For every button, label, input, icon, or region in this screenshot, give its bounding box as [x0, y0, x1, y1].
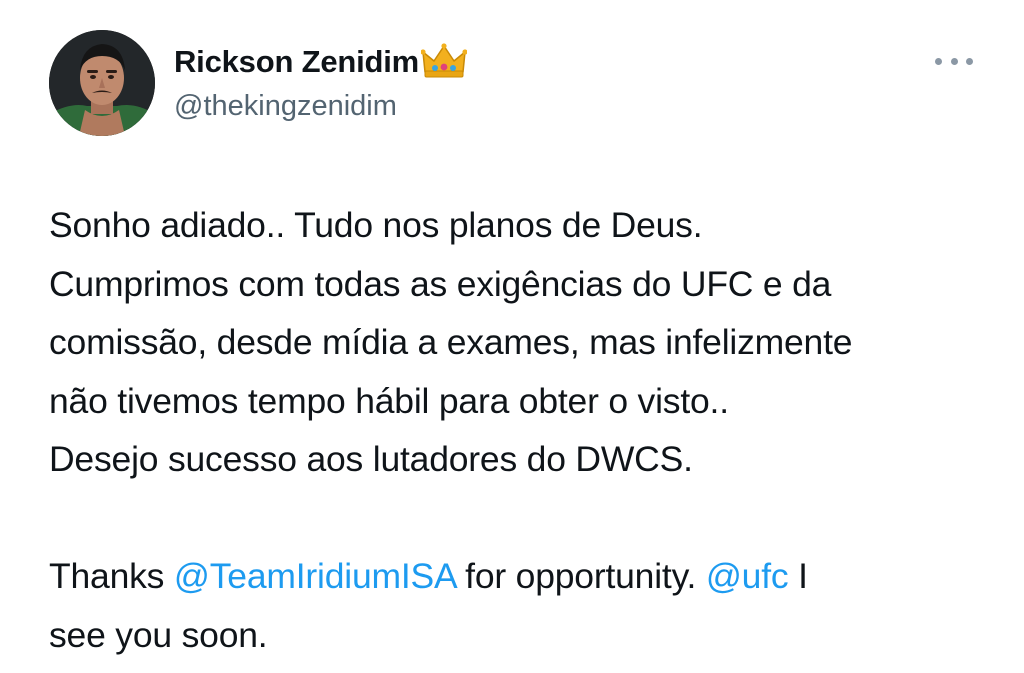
thanks-middle: for opportunity. [455, 556, 706, 596]
tweet-text: Sonho adiado.. Tudo nos planos de Deus. … [49, 196, 999, 664]
tweet-line: não tivemos tempo hábil para obter o vis… [49, 380, 729, 421]
crown-icon [420, 42, 468, 82]
thanks-suffix: I [788, 556, 808, 596]
paragraph-break [49, 489, 999, 548]
author-display-name[interactable]: Rickson Zenidim [174, 43, 419, 81]
tweet-line: see you soon. [49, 614, 268, 655]
tweet-line: Desejo sucesso aos lutadores do DWCS. [49, 439, 693, 479]
thanks-prefix: Thanks [49, 556, 174, 596]
mention-link-teamiridiumisa[interactable]: @TeamIridiumISA [174, 556, 456, 596]
avatar[interactable] [49, 30, 155, 136]
author-display-name-row[interactable]: Rickson Zenidim [174, 42, 468, 82]
tweet-line: comissão, desde mídia a exames, mas infe… [49, 322, 853, 362]
author-handle[interactable]: @thekingzenidim [174, 88, 397, 124]
tweet-line: Cumprimos com todas as exigências do UFC… [49, 263, 832, 304]
mention-link-ufc[interactable]: @ufc [706, 556, 789, 596]
avatar-image [49, 30, 155, 136]
tweet-thanks-line: Thanks @TeamIridiumISA for opportunity. … [49, 547, 999, 606]
more-horizontal-icon-dot [950, 57, 958, 65]
more-options-button[interactable] [930, 46, 978, 76]
more-horizontal-icon [935, 57, 942, 65]
more-horizontal-icon-dot [966, 57, 973, 65]
tweet-line: Sonho adiado.. Tudo nos planos de Deus. [49, 205, 703, 245]
